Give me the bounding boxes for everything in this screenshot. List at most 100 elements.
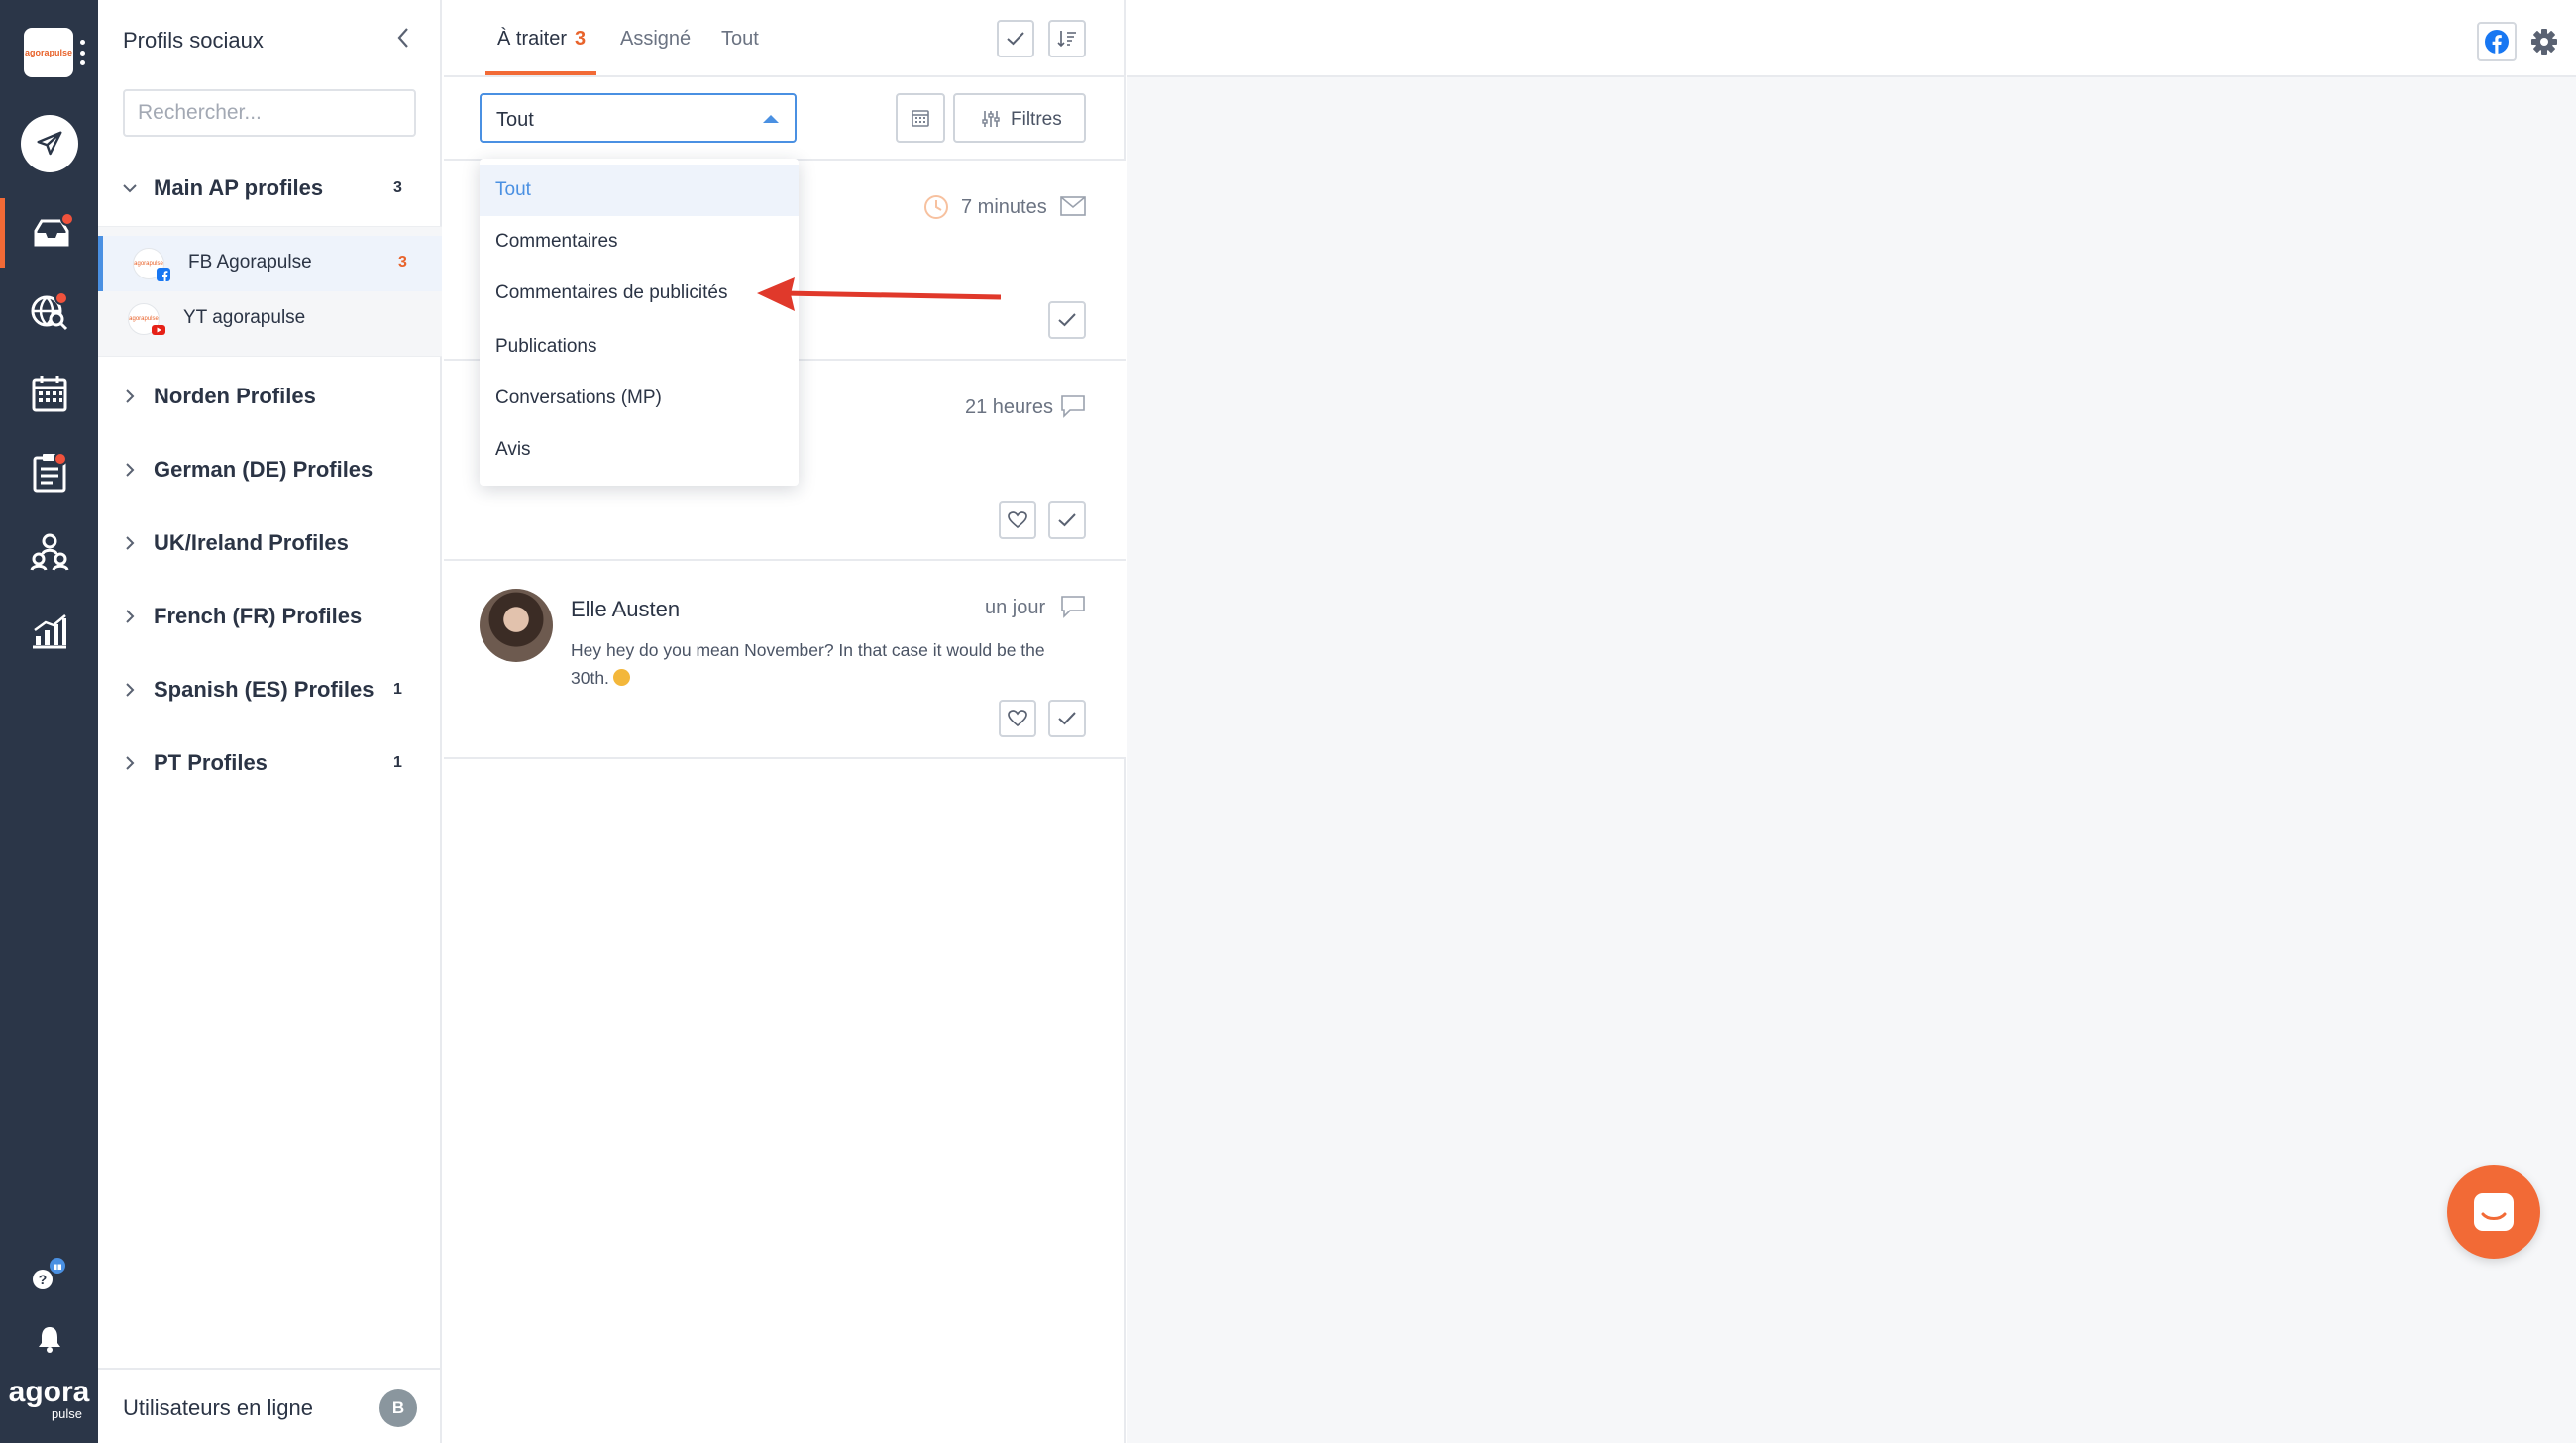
profile-group-spanish[interactable]: Spanish (ES) Profiles 1 [98,660,442,720]
item-message: Hey hey do you mean November? In that ca… [571,640,1045,688]
dropdown-option-avis[interactable]: Avis [480,424,799,476]
chevron-right-icon [126,389,135,403]
detail-header [1127,0,2576,77]
nav-listening[interactable] [0,278,98,347]
group-name: French (FR) Profiles [154,604,363,628]
group-name: UK/Ireland Profiles [154,530,349,555]
heart-icon [1008,710,1027,727]
nav-help[interactable]: ? [0,1241,98,1310]
chevron-right-icon [126,756,135,770]
chevron-right-icon [126,683,135,697]
bar-chart-icon [32,614,66,649]
profile-group-french[interactable]: French (FR) Profiles [98,587,442,646]
mark-all-done-button[interactable] [997,20,1034,57]
author-avatar [480,589,553,662]
profile-item-yt-agorapulse[interactable]: agorapulse YT agorapulse [98,291,442,347]
heart-icon [1008,511,1027,529]
svg-text:?: ? [38,1272,47,1287]
selected-value: Tout [496,109,534,131]
nav-team[interactable] [0,517,98,587]
tab-tout[interactable]: Tout [721,28,759,51]
sliders-icon [982,111,1000,127]
compose-button[interactable] [0,109,98,178]
tab-label: À traiter [497,28,568,50]
item-time: 21 heures [965,396,1053,418]
facebook-profile-button[interactable] [2477,22,2517,61]
inbox-item[interactable]: Elle Austen un jour Hey hey do you mean … [444,561,1126,759]
dropdown-option-publications[interactable]: Publications [480,321,799,373]
agorapulse-wordmark: agora pulse [8,1376,90,1421]
group-count: 1 [393,754,402,771]
nav-inbox[interactable] [0,198,98,268]
user-avatar[interactable]: B [379,1389,417,1427]
tab-assigne[interactable]: Assigné [620,28,691,51]
profile-search-input[interactable] [123,89,416,137]
profile-item-fb-agorapulse[interactable]: agorapulse FB Agorapulse 3 [98,236,442,291]
sidebar-title: Profils sociaux [123,28,264,53]
tab-count: 3 [575,28,587,50]
comment-icon [1061,395,1085,418]
nav-calendar[interactable] [0,359,98,428]
group-name: Spanish (ES) Profiles [154,677,375,702]
youtube-icon [152,325,165,335]
nav-reports[interactable] [0,438,98,507]
collapse-sidebar-button[interactable] [395,26,411,55]
nav-analytics[interactable] [0,597,98,666]
more-menu-icon[interactable] [80,40,86,65]
nav-notifications[interactable] [0,1304,98,1374]
sort-button[interactable] [1048,20,1086,57]
dropdown-option-commentaires[interactable]: Commentaires [480,216,799,268]
clock-icon [924,195,948,219]
mark-done-button[interactable] [1048,301,1086,339]
smile-emoji-icon [612,669,630,686]
active-tab-indicator [485,71,596,75]
type-filter-select[interactable]: Tout [480,93,797,143]
item-author: Elle Austen [571,597,681,621]
check-icon [1058,712,1076,725]
tab-a-traiter[interactable]: À traiter 3 [497,28,586,51]
profile-count: 3 [398,254,407,271]
profiles-sidebar: Profils sociaux Main AP profiles 3 agora… [98,0,442,1443]
mark-done-button[interactable] [1048,700,1086,737]
chevron-right-icon [126,610,135,623]
online-users-label: Utilisateurs en ligne [123,1395,313,1420]
mark-done-button[interactable] [1048,501,1086,539]
profile-group-main-ap[interactable]: Main AP profiles 3 [98,159,442,218]
profile-name: FB Agorapulse [188,252,312,273]
profile-group-pt[interactable]: PT Profiles 1 [98,733,442,793]
detail-pane [1127,0,2576,1443]
profile-group-norden[interactable]: Norden Profiles [98,367,442,426]
like-button[interactable] [999,501,1036,539]
group-name: PT Profiles [154,750,268,775]
settings-button[interactable] [2524,22,2564,61]
like-button[interactable] [999,700,1036,737]
inbox-tabs: À traiter 3 Assigné Tout [444,0,1126,77]
dropdown-option-conversations[interactable]: Conversations (MP) [480,373,799,424]
chevron-right-icon [126,463,135,477]
comment-icon [1061,596,1085,618]
item-time: un jour [985,597,1046,618]
group-name: Norden Profiles [154,384,316,408]
help-icon: ? [32,1256,67,1289]
group-name: German (DE) Profiles [154,457,374,482]
chevron-right-icon [126,536,135,550]
dropdown-option-commentaires-publicites[interactable]: Commentaires de publicités [480,268,799,319]
check-icon [1058,313,1076,327]
group-count: 1 [393,681,402,698]
support-chat-button[interactable] [2447,1166,2540,1259]
online-users-footer[interactable]: Utilisateurs en ligne B [98,1368,442,1443]
date-filter-button[interactable] [896,93,945,143]
chat-icon [2474,1193,2514,1231]
check-icon [1058,513,1076,527]
agorapulse-logo[interactable]: agorapulse [24,28,73,77]
profile-group-german[interactable]: German (DE) Profiles [98,440,442,500]
paper-plane-icon [20,115,78,172]
filters-button[interactable]: Filtres [953,93,1086,143]
profile-group-uk-ireland[interactable]: UK/Ireland Profiles [98,513,442,573]
reports-notification-dot [54,452,67,466]
group-name: Main AP profiles [154,175,324,200]
caret-up-icon [763,115,779,123]
sort-icon [1057,31,1076,48]
inbox-toolbar: Tout Filtres [444,77,1126,161]
dropdown-option-tout[interactable]: Tout [480,165,799,216]
